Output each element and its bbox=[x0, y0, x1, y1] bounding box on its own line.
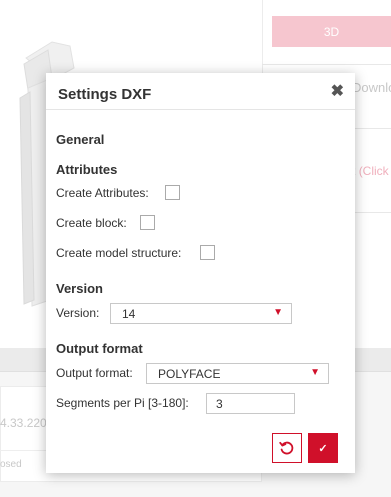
reset-button[interactable] bbox=[272, 433, 302, 463]
create-model-structure-checkbox[interactable] bbox=[200, 245, 215, 260]
side-divider bbox=[262, 64, 391, 65]
settings-dxf-dialog: Settings DXF ✖ General Attributes Create… bbox=[46, 73, 355, 473]
section-version: Version bbox=[56, 281, 103, 296]
dropdown-arrow-icon: ▼ bbox=[310, 367, 320, 378]
output-format-select[interactable]: POLYFACE ▼ bbox=[146, 363, 329, 384]
create-attributes-label: Create Attributes: bbox=[56, 186, 149, 200]
dropdown-arrow-icon: ▼ bbox=[273, 307, 283, 318]
output-format-value: POLYFACE bbox=[158, 367, 221, 381]
section-general: General bbox=[56, 132, 105, 147]
section-output-format: Output format bbox=[56, 341, 143, 356]
create-model-structure-label: Create model structure: bbox=[56, 246, 182, 260]
click-link[interactable]: (Click bbox=[359, 164, 389, 178]
output-format-label: Output format: bbox=[56, 366, 133, 380]
dialog-header: Settings DXF ✖ bbox=[46, 73, 355, 110]
version-value: 14 bbox=[122, 307, 136, 321]
download-label[interactable]: Downloa bbox=[352, 80, 391, 95]
create-block-checkbox[interactable] bbox=[140, 215, 155, 230]
section-attributes: Attributes bbox=[56, 162, 118, 177]
create-attributes-checkbox[interactable] bbox=[165, 185, 180, 200]
status-text: osed bbox=[0, 459, 22, 470]
version-select[interactable]: 14 ▼ bbox=[110, 303, 292, 324]
check-icon: ✓ bbox=[318, 442, 328, 455]
click-hint: t (Click bbox=[352, 164, 389, 178]
version-label: Version: bbox=[56, 306, 100, 320]
close-icon[interactable]: ✖ bbox=[331, 84, 344, 100]
create-block-label: Create block: bbox=[56, 216, 127, 230]
reset-icon bbox=[279, 441, 294, 455]
segments-label: Segments per Pi [3-180]: bbox=[56, 396, 189, 410]
dialog-title: Settings DXF bbox=[58, 86, 152, 103]
ip-text: 4.33.220 bbox=[0, 416, 47, 430]
confirm-button[interactable]: ✓ bbox=[308, 433, 338, 463]
segments-input[interactable]: 3 bbox=[206, 393, 295, 414]
view-3d-button[interactable]: 3D bbox=[272, 16, 391, 47]
